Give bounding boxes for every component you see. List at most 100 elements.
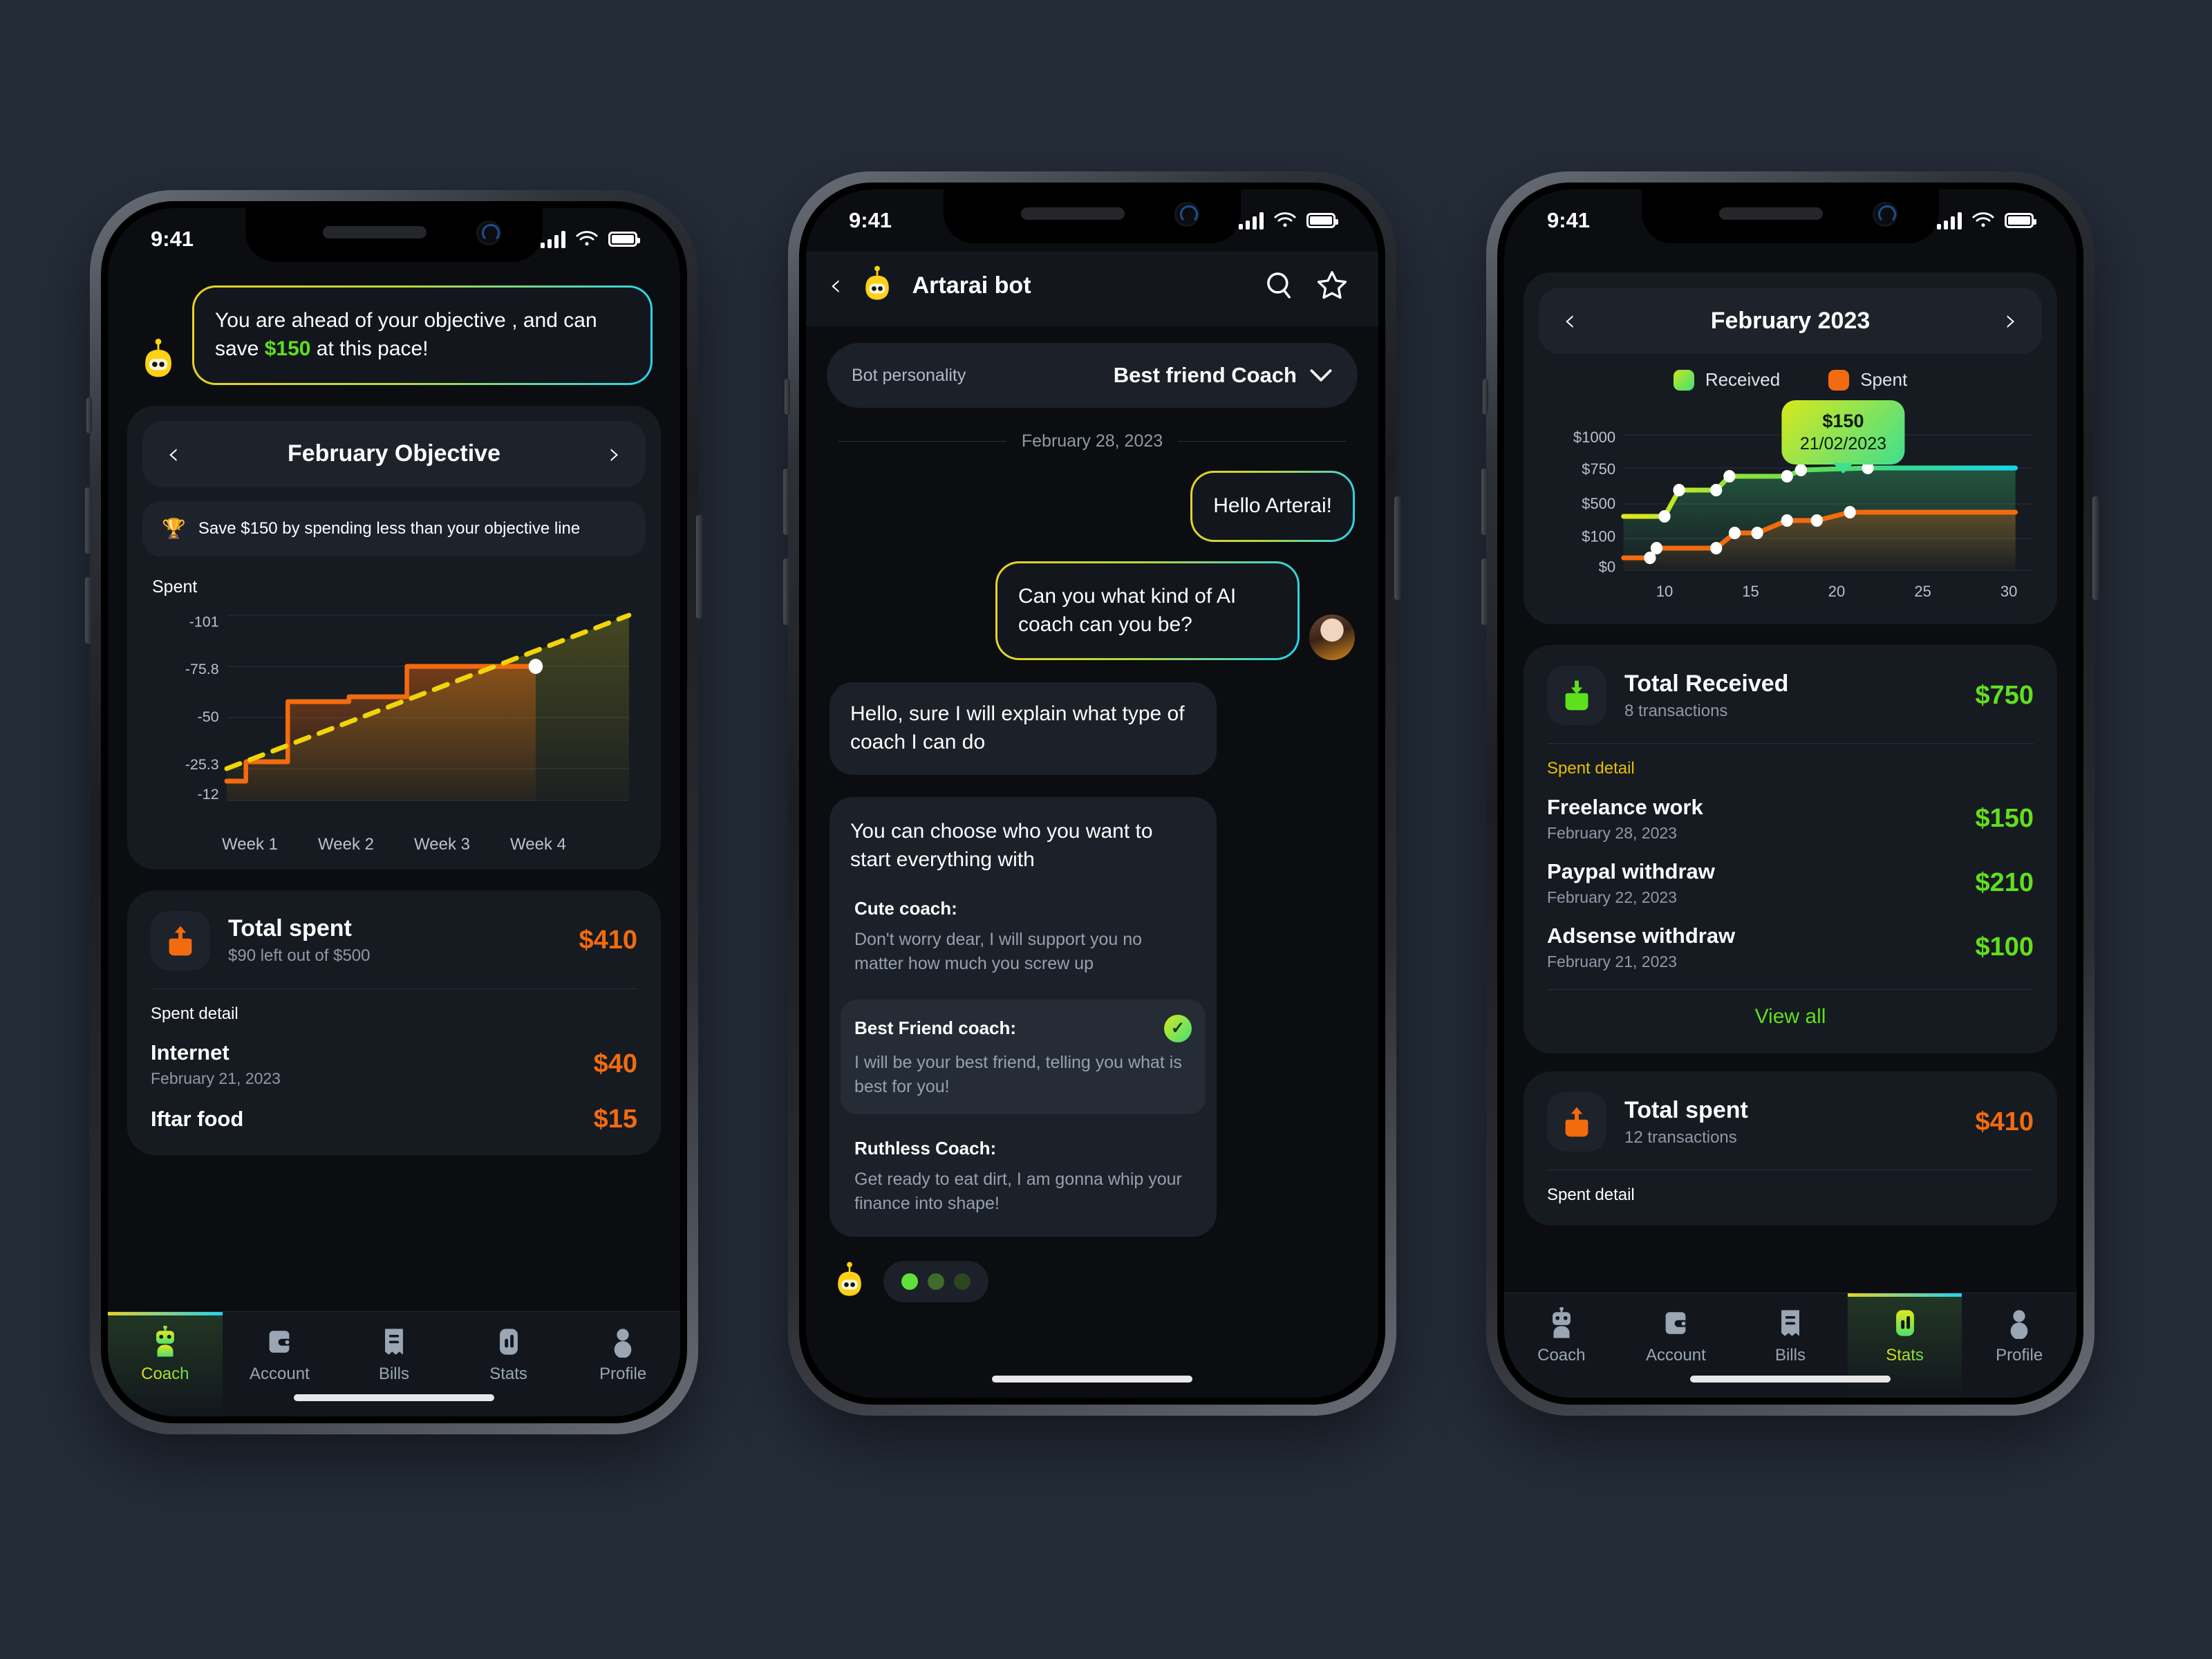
- mute-switch[interactable]: [1483, 379, 1488, 415]
- tab-label: Bills: [378, 1364, 409, 1383]
- month-selector[interactable]: ‹ February Objective ›: [142, 420, 646, 487]
- stats-chart-card: ‹ February 2023 › Received Spent $1000 $…: [1524, 272, 2057, 624]
- total-spent-subtitle: $90 left out of $500: [228, 946, 371, 966]
- total-spent-amount: $410: [579, 926, 637, 955]
- robot-icon: [1552, 1306, 1571, 1338]
- goal-text: Save $150 by spending less than your obj…: [198, 518, 581, 538]
- option-name: Best Friend coach:: [854, 1018, 1017, 1039]
- message-list: Hello Arterai! Can you what kind of AI c…: [806, 471, 1378, 1237]
- transaction-amount: $150: [1975, 804, 2034, 833]
- person-icon: [614, 1328, 632, 1358]
- home-indicator[interactable]: [294, 1394, 494, 1401]
- front-camera: [1873, 202, 1897, 227]
- tab-profile[interactable]: Profile: [565, 1312, 680, 1416]
- bar-chart-icon: [499, 1328, 518, 1355]
- chevron-right-icon[interactable]: ›: [2005, 306, 2017, 336]
- notch: [944, 189, 1241, 243]
- tab-coach[interactable]: Coach: [108, 1312, 223, 1416]
- coach-option-cute[interactable]: Cute coach: Don't worry dear, I will sup…: [850, 898, 1196, 976]
- total-received-card: Total Received 8 transactions $750 Spent…: [1524, 645, 2057, 1053]
- power-button[interactable]: [1394, 496, 1401, 600]
- tab-label: Stats: [1886, 1345, 1924, 1365]
- coach-options-card: You can choose who you want to start eve…: [830, 796, 1217, 1237]
- table-row[interactable]: Paypal withdraw February 22, 2023 $210: [1547, 859, 2034, 907]
- power-button[interactable]: [696, 515, 703, 619]
- arrow-up-out-icon: [151, 910, 210, 971]
- date-separator-label: February 28, 2023: [1021, 431, 1163, 451]
- bot-personality-selector[interactable]: Bot personality Best friend Coach: [827, 343, 1358, 408]
- tooltip-pointer: [1833, 463, 1854, 474]
- ytick-0: $0: [1599, 559, 1616, 576]
- coach-option-best-friend[interactable]: Best Friend coach: ✓ I will be your best…: [841, 999, 1206, 1114]
- transaction-name: Adsense withdraw: [1547, 924, 1736, 948]
- option-name: Cute coach:: [854, 897, 957, 919]
- bot-avatar-icon: [145, 338, 171, 377]
- chat-title: Artarai bot: [912, 272, 1031, 299]
- goal-row: 🏆 Save $150 by spending less than your o…: [142, 500, 646, 556]
- screen-stats: 9:41 ‹ February 2023 › Received Spent $1…: [1504, 189, 2077, 1398]
- battery-icon: [1306, 213, 1338, 228]
- tab-coach[interactable]: Coach: [1504, 1293, 1619, 1398]
- volume-down-button[interactable]: [783, 559, 790, 625]
- month-selector[interactable]: ‹ February 2023 ›: [1539, 288, 2042, 354]
- date-separator: February 28, 2023: [838, 431, 1347, 451]
- tab-profile[interactable]: Profile: [1962, 1293, 2077, 1398]
- transaction-amount: $15: [593, 1104, 637, 1134]
- chevron-down-icon[interactable]: [1309, 368, 1333, 383]
- tab-label: Stats: [489, 1364, 527, 1383]
- volume-down-button[interactable]: [1481, 559, 1488, 625]
- transaction-name: Internet: [151, 1040, 229, 1065]
- chevron-right-icon[interactable]: ›: [608, 438, 621, 469]
- volume-down-button[interactable]: [85, 577, 92, 644]
- chart-legend: Received Spent: [1539, 369, 2042, 391]
- tab-label: Profile: [599, 1364, 647, 1383]
- person-icon: [2010, 1309, 2028, 1339]
- personality-value: Best friend Coach: [1113, 363, 1297, 387]
- total-spent-subtitle: 12 transactions: [1624, 1127, 1737, 1147]
- bot-avatar-icon: [865, 265, 889, 300]
- home-indicator[interactable]: [1690, 1376, 1891, 1382]
- table-row[interactable]: Internet February 21, 2023 $40: [151, 1040, 637, 1088]
- coach-text-after: at this pace!: [310, 337, 429, 360]
- chevron-left-icon[interactable]: ‹: [830, 270, 842, 301]
- mute-switch[interactable]: [785, 379, 790, 415]
- volume-up-button[interactable]: [1481, 469, 1488, 535]
- option-desc: I will be your best friend, telling you …: [854, 1052, 1182, 1096]
- chevron-left-icon[interactable]: ‹: [167, 438, 180, 469]
- chat-bubble-outgoing: Hello Arterai!: [1190, 471, 1355, 542]
- phone-bezel: 9:41 ‹ February 2023 › Received Spent $1…: [1497, 182, 2083, 1405]
- search-icon[interactable]: [1261, 267, 1298, 304]
- chat-header: ‹ Artarai bot: [806, 252, 1378, 326]
- table-row[interactable]: Adsense withdraw February 21, 2023 $100: [1547, 924, 2034, 971]
- view-all-button[interactable]: View all: [1547, 990, 2034, 1033]
- chart-axis-title: Spent: [152, 577, 198, 597]
- xtick-week3: Week 3: [414, 834, 470, 854]
- status-time: 9:41: [1547, 208, 1591, 232]
- power-button[interactable]: [2092, 496, 2099, 600]
- mute-switch[interactable]: [86, 397, 92, 433]
- table-row[interactable]: Freelance work February 28, 2023 $150: [1547, 795, 2034, 843]
- earpiece-speaker: [1719, 207, 1823, 220]
- earpiece-speaker: [1021, 207, 1125, 220]
- coach-content: You are ahead of your objective , and ca…: [108, 270, 680, 1416]
- message-row-incoming: Hello, sure I will explain what type of …: [830, 682, 1355, 775]
- star-icon[interactable]: [1313, 267, 1351, 304]
- divider: [151, 988, 637, 989]
- check-icon: ✓: [1164, 1014, 1192, 1042]
- volume-up-button[interactable]: [85, 487, 92, 554]
- receipt-icon: [1781, 1309, 1799, 1336]
- coach-option-ruthless[interactable]: Ruthless Coach: Get ready to eat dirt, I…: [850, 1138, 1196, 1216]
- chart-x-labels: Week 1 Week 2 Week 3 Week 4: [202, 835, 586, 854]
- ytick-100: $100: [1582, 528, 1615, 545]
- chevron-left-icon[interactable]: ‹: [1564, 306, 1576, 336]
- option-name: Ruthless Coach:: [854, 1137, 997, 1159]
- xtick-20: 20: [1828, 583, 1846, 600]
- message-row-options: You can choose who you want to start eve…: [830, 796, 1355, 1237]
- screenshot-stage: 9:41 You are ahead of your objective , a…: [0, 0, 2212, 1659]
- typing-indicator: [806, 1260, 1378, 1303]
- volume-up-button[interactable]: [783, 469, 790, 535]
- transaction-amount: $40: [593, 1049, 637, 1078]
- stats-content: ‹ February 2023 › Received Spent $1000 $…: [1504, 252, 2077, 1398]
- home-indicator[interactable]: [992, 1376, 1192, 1382]
- table-row[interactable]: Iftar food $15: [151, 1105, 637, 1134]
